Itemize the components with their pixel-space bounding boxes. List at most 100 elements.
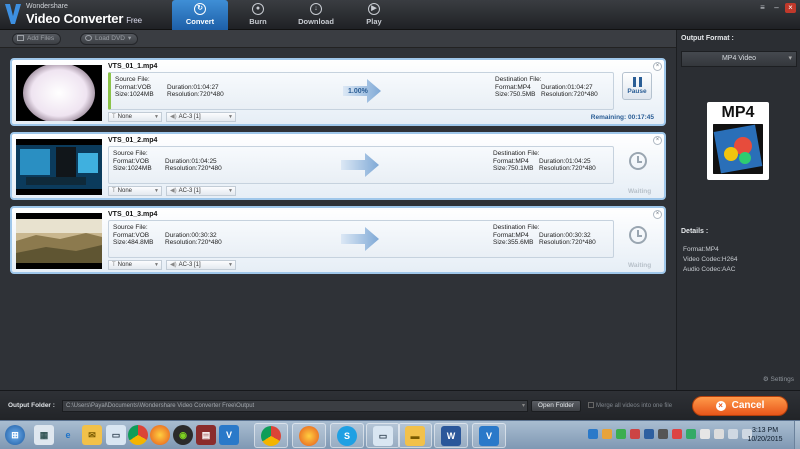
video-converter-icon[interactable]: V xyxy=(219,425,239,445)
file-item[interactable]: VTS_01_2.mp4 Source File: Format:VOB Siz… xyxy=(10,132,666,200)
title-bar: Wondershare Video Converter Free ↻ Conver… xyxy=(0,0,800,30)
window-icon: ▭ xyxy=(373,426,393,446)
settings-button[interactable]: ⚙ Settings xyxy=(763,375,794,383)
tray-converter-icon[interactable] xyxy=(588,429,598,439)
tab-convert[interactable]: ↻ Convert xyxy=(172,0,228,30)
load-dvd-button[interactable]: Load DVD ▾ xyxy=(80,33,139,45)
tray-usb-icon[interactable] xyxy=(658,429,668,439)
dest-info-2: Duration:00:30:32 Resolution:720*480 xyxy=(539,232,596,247)
calculator-icon[interactable]: ▦ xyxy=(34,425,54,445)
play-icon: ▶ xyxy=(368,3,380,15)
subtitle-dropdown[interactable]: T None ▼ xyxy=(108,186,162,196)
convert-arrow-icon xyxy=(341,227,379,251)
tray-security-icon[interactable] xyxy=(672,429,682,439)
pause-button[interactable]: Pause xyxy=(622,72,652,100)
taskbar-skype[interactable]: S xyxy=(330,423,364,448)
taskbar-word[interactable]: W xyxy=(434,423,468,448)
download-icon: ↓ xyxy=(310,3,322,15)
chevron-down-icon: ▾ xyxy=(788,55,792,62)
tray-app-icon[interactable] xyxy=(602,429,612,439)
dest-heading: Destination File: xyxy=(493,224,540,231)
tab-burn-label: Burn xyxy=(249,17,267,26)
mail-icon[interactable]: ✉ xyxy=(82,425,102,445)
dest-format: Format:MP4 xyxy=(495,83,531,91)
audio-icon: ◀) xyxy=(170,262,177,268)
subtitle-dropdown[interactable]: T None ▼ xyxy=(108,260,162,270)
video-thumbnail xyxy=(16,139,102,195)
chevron-down-icon[interactable]: ▾ xyxy=(522,401,525,411)
tab-download[interactable]: ↓ Download xyxy=(288,0,344,30)
file-info: Source File: Format:VOB Size:1024MB Dura… xyxy=(108,72,614,110)
source-info: Source File: Format:VOB Size:484.8MB xyxy=(113,224,153,247)
tray-check-icon[interactable] xyxy=(616,429,626,439)
tab-play-label: Play xyxy=(366,17,382,26)
flag-icon[interactable] xyxy=(700,429,710,439)
subtitle-dropdown[interactable]: T None ▼ xyxy=(108,112,162,122)
convert-icon: ↻ xyxy=(194,3,206,15)
dest-info: Destination File: Format:MP4 Size:355.6M… xyxy=(493,224,540,247)
gear-icon: ⚙ xyxy=(762,376,769,383)
close-icon[interactable]: × xyxy=(785,3,796,13)
taskbar-firefox[interactable] xyxy=(292,423,326,448)
tab-burn[interactable]: ● Burn xyxy=(230,0,286,30)
add-file-icon xyxy=(17,35,24,41)
firefox-icon[interactable] xyxy=(150,425,170,445)
source-info: Source File: Format:VOB Size:1024MB xyxy=(113,150,152,173)
taskbar-explorer[interactable]: ▬ xyxy=(398,423,432,448)
remove-file-icon[interactable]: × xyxy=(653,136,662,145)
remove-file-icon[interactable]: × xyxy=(653,210,662,219)
remove-file-icon[interactable]: × xyxy=(653,62,662,71)
show-desktop-button[interactable] xyxy=(794,421,800,449)
output-folder-path: C:\Users\Payal\Documents\Wondershare Vid… xyxy=(66,403,255,409)
chevron-down-icon: ▼ xyxy=(228,114,233,120)
taskbar-window[interactable]: ▭ xyxy=(366,423,400,448)
folder-icon: ▬ xyxy=(405,426,425,446)
output-folder-input[interactable]: C:\Users\Payal\Documents\Wondershare Vid… xyxy=(62,400,528,412)
bluetooth-icon[interactable] xyxy=(644,429,654,439)
tray-alert-icon[interactable] xyxy=(630,429,640,439)
file-info: Source File: Format:VOB Size:484.8MB Dur… xyxy=(108,220,614,258)
taskbar-chrome[interactable] xyxy=(254,423,288,448)
file-item[interactable]: VTS_01_1.mp4 Source File: Format:VOB Siz… xyxy=(10,58,666,126)
file-item[interactable]: VTS_01_3.mp4 Source File: Format:VOB Siz… xyxy=(10,206,666,274)
chrome-icon[interactable] xyxy=(128,425,148,445)
media-player-icon[interactable]: ◉ xyxy=(173,425,193,445)
source-info: Source File: Format:VOB Size:1024MB xyxy=(115,76,154,99)
audio-dropdown[interactable]: ◀) AC-3 [1] ▼ xyxy=(166,186,236,196)
film-icon[interactable]: ▤ xyxy=(196,425,216,445)
source-size: Size:1024MB xyxy=(115,91,154,99)
chevron-down-icon: ▼ xyxy=(154,114,159,120)
minimize-icon[interactable]: – xyxy=(771,3,782,13)
thumbnail-image xyxy=(16,65,102,121)
track-selectors: T None ▼ ◀) AC-3 [1] ▼ xyxy=(108,260,236,270)
output-format-label: Output Format : xyxy=(681,35,734,42)
taskbar-clock[interactable]: 3:13 PM 10/20/2015 xyxy=(745,426,785,444)
open-folder-button[interactable]: Open Folder xyxy=(531,400,581,412)
file-name: VTS_01_2.mp4 xyxy=(108,137,158,144)
status-text: Waiting xyxy=(628,262,652,269)
wifi-icon[interactable] xyxy=(728,429,738,439)
window-icon[interactable]: ▭ xyxy=(106,425,126,445)
tray-network-icon[interactable] xyxy=(686,429,696,439)
file-name: VTS_01_1.mp4 xyxy=(108,63,158,70)
add-files-label: Add Files xyxy=(27,35,55,42)
dest-info: Destination File: Format:MP4 Size:750.5M… xyxy=(495,76,542,99)
detail-audio-codec: Audio Codec:AAC xyxy=(683,266,736,273)
dest-info-2: Duration:01:04:25 Resolution:720*480 xyxy=(539,158,596,173)
clock-icon xyxy=(629,152,647,170)
audio-icon: ◀) xyxy=(170,114,177,120)
taskbar-video-converter[interactable]: V xyxy=(472,423,506,448)
tab-play[interactable]: ▶ Play xyxy=(346,0,402,30)
cancel-button[interactable]: × Cancel xyxy=(692,396,788,416)
start-button-icon[interactable]: ⊞ xyxy=(5,425,25,445)
battery-icon[interactable] xyxy=(714,429,724,439)
pause-label: Pause xyxy=(627,88,647,95)
audio-dropdown[interactable]: ◀) AC-3 [1] ▼ xyxy=(166,260,236,270)
add-files-button[interactable]: Add Files xyxy=(12,33,62,45)
mp4-format-icon[interactable]: MP4 xyxy=(707,102,769,180)
internet-explorer-icon[interactable]: e xyxy=(58,425,78,445)
menu-icon[interactable]: ≡ xyxy=(757,3,768,13)
merge-checkbox[interactable]: Merge all videos into one file xyxy=(588,402,672,409)
output-format-dropdown[interactable]: MP4 Video ▾ xyxy=(681,51,797,67)
audio-dropdown[interactable]: ◀) AC-3 [1] ▼ xyxy=(166,112,236,122)
